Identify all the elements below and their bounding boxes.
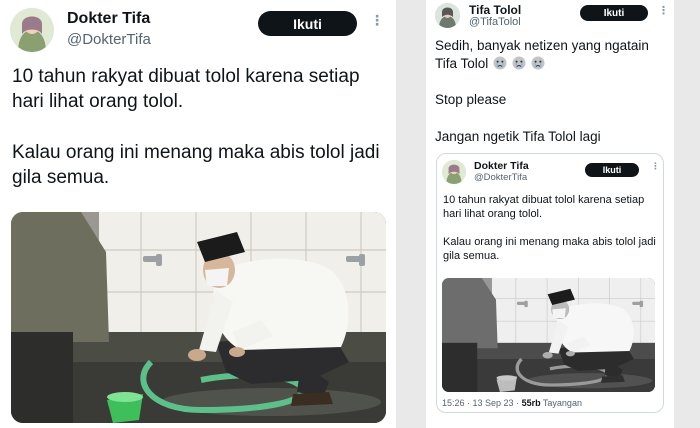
more-options-icon[interactable]: ⋮	[651, 161, 660, 172]
author-handle[interactable]: @DokterTifa	[67, 31, 151, 48]
dokter-tifa-avatar[interactable]	[10, 8, 54, 52]
tweet-photo[interactable]	[11, 212, 386, 423]
more-options-icon[interactable]: ⋮	[370, 12, 384, 29]
author-handle[interactable]: @TifaTolol	[469, 16, 521, 28]
quoted-author-handle: @DokterTifa	[474, 172, 528, 183]
follow-button[interactable]: Ikuti	[580, 5, 648, 21]
tweet-text-paragraph: 10 tahun rakyat dibuat tolol karena seti…	[443, 194, 645, 220]
quoted-author-avatar	[442, 160, 466, 184]
crying-face-icon	[531, 56, 545, 70]
quoted-follow-button[interactable]: Ikuti	[585, 163, 639, 177]
views-count: 55rb	[521, 398, 541, 408]
crying-face-icon	[493, 56, 507, 70]
tweet-text-paragraph: Jangan ngetik Tifa Tolol lagi	[435, 129, 601, 144]
author-name[interactable]: Tifa Tolol	[469, 3, 521, 17]
quoted-tweet-photo[interactable]	[442, 278, 655, 392]
tweet-meta: 15:26 · 13 Sep 23 · 55rb Tayangan	[442, 398, 582, 408]
tweet-text-paragraph: Kalau orang ini menang maka abis tolol j…	[443, 236, 656, 262]
quoted-author-name: Dokter Tifa	[474, 160, 529, 172]
tweet-timestamp[interactable]: 15:26 · 13 Sep 23 ·	[442, 398, 522, 408]
left-tweet-card: Dokter Tifa @DokterTifa Ikuti ⋮ 10 tahun…	[0, 0, 396, 428]
tweet-text: 10 tahun rakyat dibuat tolol karena seti…	[12, 64, 390, 216]
follow-button[interactable]: Ikuti	[258, 11, 357, 36]
quoted-tweet-text: 10 tahun rakyat dibuat tolol karena seti…	[443, 193, 659, 277]
quoted-tweet[interactable]: Dokter Tifa @DokterTifa Ikuti ⋮ 10 tahun…	[436, 153, 664, 413]
crying-face-icon	[512, 56, 526, 70]
views-label: Tayangan	[540, 398, 582, 408]
tweet-text-paragraph: Sedih, banyak netizen yang ngatain Tifa …	[435, 37, 671, 73]
more-options-icon[interactable]: ⋮	[658, 4, 669, 17]
tweet-text-paragraph: Stop please	[435, 92, 507, 107]
right-tweet-card: Tifa Tolol @TifaTolol Ikuti ⋮ Sedih, ban…	[426, 0, 674, 428]
tweet-text-paragraph: 10 tahun rakyat dibuat tolol karena seti…	[12, 66, 360, 112]
tifa-tolol-avatar[interactable]	[435, 3, 460, 28]
author-name[interactable]: Dokter Tifa	[67, 10, 150, 28]
tweet-text-paragraph: Kalau orang ini menang maka abis tolol j…	[12, 142, 380, 188]
